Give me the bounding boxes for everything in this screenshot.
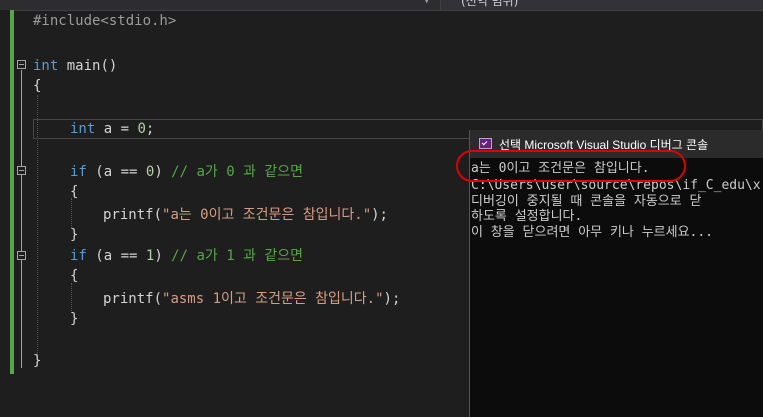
console-output-line: 하도록 설정합니다. [471,209,583,224]
code-text: } [33,353,42,369]
code-line-printf1[interactable]: printf("a는 0이고 조건문은 참입니다."); [103,206,388,224]
indicator-margin [0,10,10,417]
keyword: if [70,248,87,264]
code-text: (a == [86,248,146,264]
keyword: if [70,164,87,180]
code-text: { [70,184,79,200]
fold-line-if1 [21,176,22,234]
annotation-red-oval [456,150,686,182]
editor-navigation-bar: ▼ (전역 범위) [0,0,763,11]
preprocessor-directive: #include<stdio.h> [33,13,177,29]
code-text: main() [58,58,118,74]
keyword: int [33,58,59,74]
keyword: int [70,121,96,137]
code-line-if2-open[interactable]: { [70,267,78,285]
code-line-declaration[interactable]: int a = 0; [70,120,154,138]
code-line-if2-close[interactable]: } [70,310,78,328]
code-line-close-brace[interactable]: } [33,352,41,370]
code-text: printf( [103,291,163,307]
code-text: printf( [103,207,163,223]
code-text: } [70,311,79,327]
code-text: a = [95,121,138,137]
visual-studio-icon [479,138,492,149]
code-line-if1-close[interactable]: } [70,226,78,244]
code-text: ); [371,207,388,223]
code-text: { [70,268,79,284]
code-comment: // a가 1 과 같으면 [171,248,304,264]
change-tracking-bar [10,10,14,374]
console-output-line: 디버깅이 중지될 때 콘솔을 자동으로 닫 [471,194,702,209]
code-line-if1[interactable]: if (a == 0) // a가 0 과 같으면 [70,163,303,181]
code-text: ) [154,248,172,264]
code-line-if1-open[interactable]: { [70,183,78,201]
code-text: (a == [86,164,146,180]
collapse-main-icon[interactable] [17,60,26,69]
string-literal: "asms 1이고 조건문은 참입니다." [162,291,384,307]
code-text: { [33,78,42,94]
scope-label: (전역 범위) [461,0,519,8]
scope-dropdown[interactable]: (전역 범위) [440,0,763,10]
string-literal: "a는 0이고 조건문은 참입니다." [162,207,372,223]
code-text: } [70,227,79,243]
code-text: ; [145,121,155,137]
indent-guide [71,198,72,228]
code-line-main[interactable]: int main() [33,57,117,75]
code-line-include[interactable]: #include<stdio.h> [33,12,176,30]
fold-line-if2 [21,261,22,319]
code-text: ); [383,291,401,307]
code-comment: // a가 0 과 같으면 [171,164,304,180]
collapse-if2-icon[interactable] [17,251,26,260]
code-line-open-brace[interactable]: { [33,77,41,95]
chevron-down-icon[interactable]: ▼ [424,0,429,6]
collapse-if1-icon[interactable] [17,166,26,175]
code-line-printf2[interactable]: printf("asms 1이고 조건문은 참입니다."); [103,290,400,308]
number-literal: 0 [137,121,146,137]
indent-guide [71,283,72,313]
code-text: ) [154,164,172,180]
code-line-if2[interactable]: if (a == 1) // a가 1 과 같으면 [70,247,303,265]
console-output-line: 이 창을 닫으려면 아무 키나 누르세요... [471,225,714,240]
